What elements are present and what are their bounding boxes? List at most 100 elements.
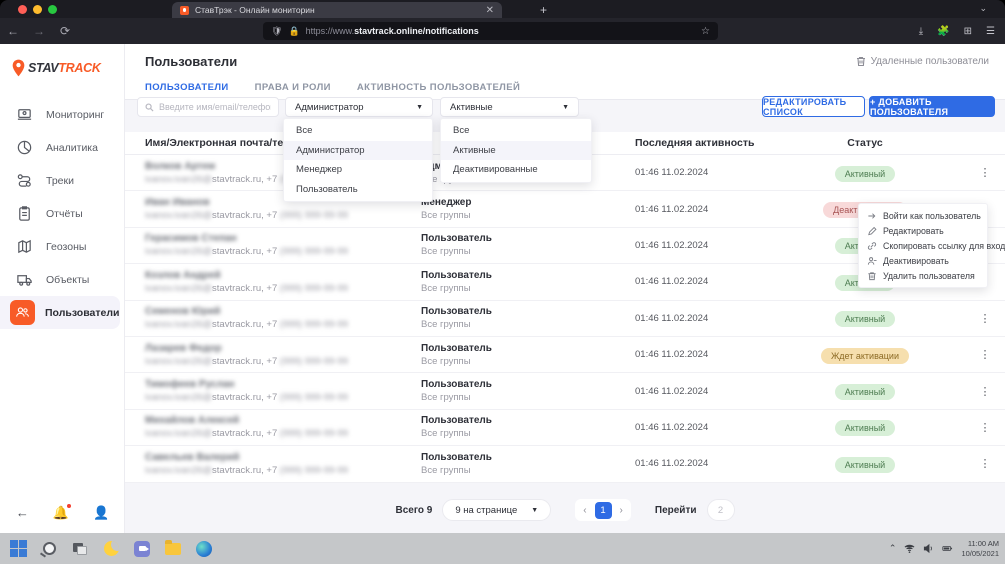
map-icon: [16, 238, 33, 255]
ctx-copy-login-link[interactable]: Скопировать ссылку для входа: [859, 238, 987, 253]
row-menu-button[interactable]: ⋮: [965, 348, 1005, 361]
page-header: Пользователи Удаленные пользователи: [125, 44, 1005, 78]
menu-item-role-admin[interactable]: Администратор: [284, 141, 432, 161]
ctx-login-as-user[interactable]: Войти как пользователь: [859, 208, 987, 223]
reload-button[interactable]: ⟳: [52, 24, 78, 38]
chevron-down-icon: ▼: [562, 104, 569, 111]
ctx-edit[interactable]: Редактировать: [859, 223, 987, 238]
sidebar-item-users[interactable]: Пользователи: [0, 296, 120, 329]
task-view-icon[interactable]: [70, 539, 90, 559]
ctx-delete-user[interactable]: Удалить пользователя: [859, 268, 987, 283]
volume-icon[interactable]: [923, 543, 934, 554]
taskbar: ⌃ 11:00 AM 10/05/2021: [0, 533, 1005, 564]
row-menu-button[interactable]: ⋮: [965, 312, 1005, 325]
pencil-icon: [867, 226, 877, 236]
sidebar-item-objects[interactable]: Объекты: [0, 263, 125, 296]
prev-page-button[interactable]: ‹: [579, 505, 590, 516]
sidebar-toggle-icon[interactable]: ⊞: [964, 26, 972, 37]
truck-icon: [16, 271, 33, 288]
sidebar-item-tracks[interactable]: Треки: [0, 164, 125, 197]
wifi-icon[interactable]: [904, 543, 915, 554]
profile-icon[interactable]: 👤: [93, 505, 109, 521]
menu-item-role-manager[interactable]: Менеджер: [284, 160, 432, 180]
menu-item-status-all[interactable]: Все: [441, 121, 591, 141]
link-icon: [867, 241, 877, 251]
total-count: Всего 9: [395, 505, 432, 516]
tab-close-icon[interactable]: ✕: [486, 5, 494, 16]
status-badge: Активный: [835, 384, 895, 400]
logo-pin-icon: [10, 58, 27, 78]
night-mode-icon[interactable]: [101, 539, 121, 559]
battery-icon[interactable]: [942, 543, 953, 554]
collapse-sidebar-icon[interactable]: ←: [16, 505, 29, 521]
browser-tab-strip: СтавТрэк - Онлайн мониторин ✕ + ⌄: [0, 0, 1005, 18]
notification-dot: [67, 504, 71, 508]
start-button[interactable]: [8, 539, 28, 559]
url-bar[interactable]: 🛡 🔒 https://www.stavtrack.online/notific…: [263, 22, 718, 40]
clock-time: 11:00 AM: [961, 539, 999, 549]
menu-item-role-all[interactable]: Все: [284, 121, 432, 141]
row-menu-button[interactable]: ⋮: [965, 421, 1005, 434]
taskbar-clock[interactable]: 11:00 AM 10/05/2021: [961, 539, 999, 559]
status-filter-select[interactable]: Активные ▼: [440, 97, 579, 117]
stavtrack-logo[interactable]: STAVTRACK: [10, 58, 101, 78]
back-button[interactable]: ←: [0, 24, 26, 38]
notifications-bell-icon[interactable]: 🔔: [53, 505, 69, 521]
tracking-shield-icon[interactable]: 🛡: [271, 26, 282, 37]
main-panel: Пользователи Удаленные пользователи ПОЛЬ…: [125, 44, 1005, 533]
url-text: https://www.stavtrack.online/notificatio…: [306, 26, 695, 36]
row-menu-button[interactable]: ⋮: [965, 385, 1005, 398]
window-zoom-button[interactable]: [48, 5, 57, 14]
downloads-icon[interactable]: ⤓: [919, 26, 923, 37]
table-row: Савельев Валерий ivanov.ivan26@stavtrack…: [125, 446, 1005, 482]
sidebar-item-reports[interactable]: Отчёты: [0, 197, 125, 230]
window-close-button[interactable]: [18, 5, 27, 14]
file-explorer-icon[interactable]: [163, 539, 183, 559]
status-badge: Активный: [835, 166, 895, 182]
per-page-select[interactable]: 9 на странице ▼: [442, 499, 551, 521]
current-page[interactable]: 1: [595, 502, 612, 519]
tab-users[interactable]: ПОЛЬЗОВАТЕЛИ: [145, 78, 229, 99]
deleted-users-link[interactable]: Удаленные пользователи: [856, 56, 989, 67]
list-tabs-chevron-icon[interactable]: ⌄: [979, 3, 987, 14]
menu-item-status-active[interactable]: Активные: [441, 141, 591, 161]
search-input[interactable]: [159, 102, 271, 112]
login-arrow-icon: [867, 211, 877, 221]
role-filter-select[interactable]: Администратор ▼: [285, 97, 433, 117]
teams-icon[interactable]: [132, 539, 152, 559]
screen: СтавТрэк - Онлайн мониторин ✕ + ⌄ ← → ⟳ …: [0, 0, 1005, 564]
row-menu-button[interactable]: ⋮: [965, 457, 1005, 470]
trash-icon: [856, 56, 866, 67]
pagination: Всего 9 9 на странице ▼ ‹ 1 › Перейти 2: [125, 499, 1005, 521]
menu-item-role-user[interactable]: Пользователь: [284, 180, 432, 200]
browser-tab[interactable]: СтавТрэк - Онлайн мониторин ✕: [172, 2, 502, 18]
tray-chevron-icon[interactable]: ⌃: [889, 543, 897, 554]
sidebar-item-analytics[interactable]: Аналитика: [0, 131, 125, 164]
add-user-button[interactable]: + ДОБАВИТЬ ПОЛЬЗОВАТЕЛЯ: [869, 96, 995, 117]
sidebar-item-monitoring[interactable]: Мониторинг: [0, 98, 125, 131]
tab-user-activity[interactable]: АКТИВНОСТЬ ПОЛЬЗОВАТЕЛЕЙ: [357, 78, 520, 99]
table-row: Лазарев Федор ivanov.ivan26@stavtrack.ru…: [125, 337, 1005, 373]
lock-icon[interactable]: 🔒: [288, 26, 299, 37]
extensions-icon[interactable]: 🧩: [937, 26, 949, 37]
menu-hamburger-icon[interactable]: ☰: [986, 26, 995, 37]
taskbar-search-icon[interactable]: [39, 539, 59, 559]
window-minimize-button[interactable]: [33, 5, 42, 14]
row-context-menu: Войти как пользователь Редактировать Ско…: [858, 203, 988, 288]
ctx-deactivate[interactable]: Деактивировать: [859, 253, 987, 268]
row-menu-button[interactable]: ⋮: [965, 166, 1005, 179]
edit-list-button[interactable]: РЕДАКТИРОВАТЬ СПИСОК: [762, 96, 865, 117]
chevron-down-icon: ▼: [416, 104, 423, 111]
clock-date: 10/05/2021: [961, 549, 999, 559]
users-table: Имя/Электронная почта/телефон Последняя …: [125, 132, 1005, 483]
new-tab-button[interactable]: +: [540, 3, 547, 17]
tab-rights-roles[interactable]: ПРАВА И РОЛИ: [255, 78, 331, 99]
page-title: Пользователи: [145, 54, 237, 69]
sidebar-item-geozones[interactable]: Геозоны: [0, 230, 125, 263]
menu-item-status-deactivated[interactable]: Деактивированные: [441, 160, 591, 180]
edge-browser-icon[interactable]: [194, 539, 214, 559]
forward-button[interactable]: →: [26, 24, 52, 38]
goto-page-input[interactable]: 2: [707, 499, 735, 521]
bookmark-star-icon[interactable]: ☆: [701, 26, 710, 37]
next-page-button[interactable]: ›: [616, 505, 627, 516]
